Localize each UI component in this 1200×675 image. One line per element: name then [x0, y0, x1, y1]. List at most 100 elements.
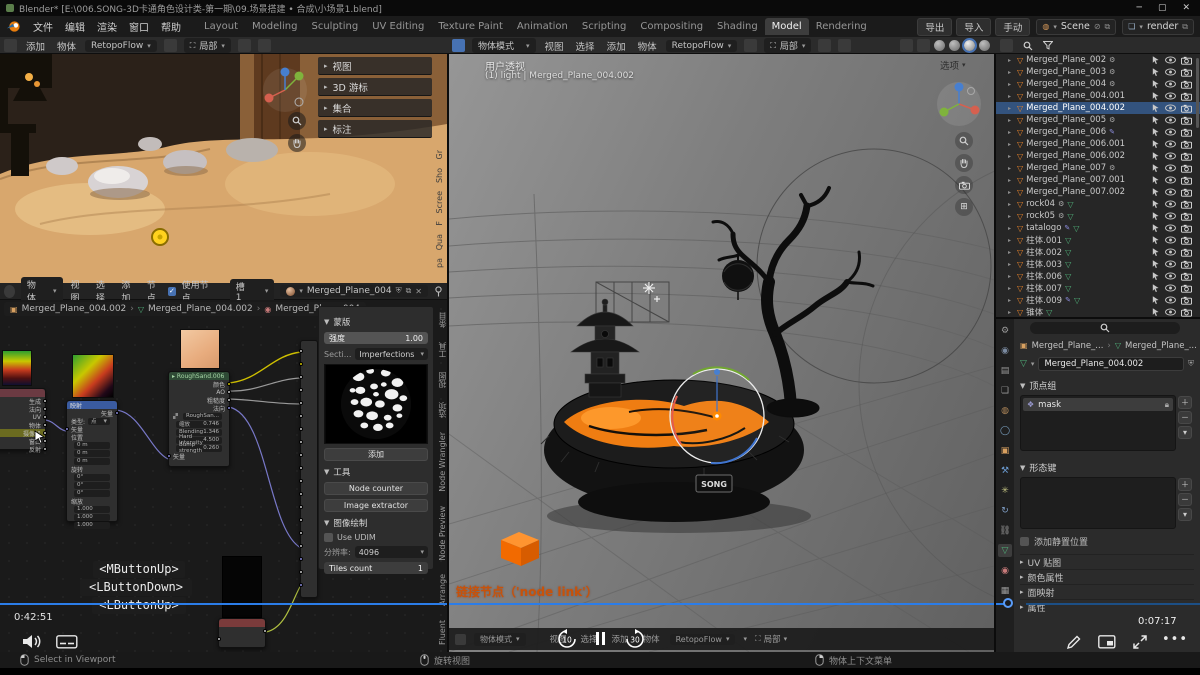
properties-tab-texture[interactable]: ▦	[998, 584, 1012, 597]
outliner-item-Merged_Plane_006.001[interactable]: ▸▽Merged_Plane_006.001	[996, 138, 1200, 150]
hide-viewport-icon[interactable]	[1165, 56, 1176, 64]
overlays-icon[interactable]	[900, 39, 913, 52]
outliner-item-Merged_Plane_005[interactable]: ▸▽Merged_Plane_005⚙	[996, 114, 1200, 126]
properties-tab-physics[interactable]: ↻	[998, 504, 1012, 517]
principled-bsdf-node-edge[interactable]	[300, 340, 318, 598]
render-side-tab-3[interactable]: F	[435, 221, 444, 226]
shading-material-icon[interactable]	[964, 40, 975, 51]
outliner-item-锥体[interactable]: ▸▽锥体▽	[996, 306, 1200, 317]
add-vertex-group-button[interactable]: ＋	[1178, 396, 1192, 409]
shader-editor-icon[interactable]	[4, 285, 15, 298]
editor-divider[interactable]	[447, 54, 449, 652]
mode-icon[interactable]	[455, 634, 466, 645]
disable-render-icon[interactable]	[1181, 152, 1192, 161]
rest-position-checkbox[interactable]	[1020, 537, 1029, 546]
panel-header[interactable]: 蒙版	[333, 316, 350, 328]
unlink-icon[interactable]: ⊘	[1094, 22, 1101, 31]
snap-icon[interactable]	[818, 39, 831, 52]
menu-1[interactable]: 编辑	[59, 21, 91, 36]
viewport-menu-0[interactable]: 视图	[543, 39, 566, 53]
mode-dropdown[interactable]: 物体模式▾	[472, 38, 536, 53]
hide-viewport-icon[interactable]	[1165, 200, 1176, 208]
render-side-tab-1[interactable]: Sho	[435, 168, 444, 183]
shading-wireframe-icon[interactable]	[934, 40, 945, 51]
strength-slider[interactable]: 强度1.00	[324, 332, 428, 344]
add-button[interactable]: 添加	[324, 448, 428, 461]
copy-material-icon[interactable]: ⧉	[406, 286, 412, 296]
restrict-select-icon[interactable]	[1151, 211, 1160, 221]
mapping-value-2-1[interactable]: 1.000	[67, 513, 117, 521]
header-action-2[interactable]: 手动	[995, 18, 1030, 36]
render-side-tab-2[interactable]: Scree	[435, 191, 444, 213]
section-2[interactable]: ▸面映射	[1020, 584, 1194, 599]
more-options-icon[interactable]: •••	[1162, 632, 1188, 647]
shading-solid-icon[interactable]	[949, 40, 960, 51]
snap-magnet-icon[interactable]	[238, 39, 251, 52]
image-extractor-button[interactable]: Image extractor	[324, 499, 428, 512]
header-action-1[interactable]: 导入	[956, 18, 991, 36]
viewport-3d[interactable]: SONG	[449, 54, 994, 652]
restrict-select-icon[interactable]	[1151, 259, 1160, 269]
outliner-item-Merged_Plane_006[interactable]: ▸▽Merged_Plane_006✎	[996, 126, 1200, 138]
retopoflow-menu[interactable]: RetopoFlow▾	[666, 40, 738, 52]
restrict-select-icon[interactable]	[1151, 295, 1160, 305]
retopoflow-menu[interactable]: RetopoFlow▾	[670, 634, 736, 645]
properties-tab-particles[interactable]: ✳	[998, 484, 1012, 497]
filter-icon[interactable]	[1043, 41, 1053, 50]
hide-viewport-icon[interactable]	[1165, 68, 1176, 76]
scene-selector[interactable]: ◍▾ Scene ⊘ ⧉	[1036, 19, 1116, 35]
outliner-item-Merged_Plane_007.002[interactable]: ▸▽Merged_Plane_007.002	[996, 186, 1200, 198]
outliner-item-Merged_Plane_007.001[interactable]: ▸▽Merged_Plane_007.001	[996, 174, 1200, 186]
pan-hand-icon[interactable]	[955, 154, 973, 172]
render-side-tab-0[interactable]: Gr	[435, 150, 444, 160]
disable-render-icon[interactable]	[1181, 200, 1192, 209]
blender-logo-icon[interactable]	[6, 19, 21, 34]
minimize-button[interactable]: ─	[1137, 3, 1142, 13]
vertex-groups-list[interactable]: ❖ mask 🔒︎ ＋ － ▾	[1020, 395, 1176, 451]
editor-divider[interactable]	[994, 54, 996, 652]
roughsand-field-0[interactable]: 缩放0.746	[169, 420, 229, 428]
proportional-icon[interactable]	[838, 39, 851, 52]
camera-view-icon[interactable]	[955, 176, 973, 194]
forward-30-button[interactable]: 30	[624, 629, 646, 649]
workspace-tab-compositing[interactable]: Compositing	[633, 18, 710, 35]
properties-tab-object[interactable]: ▣	[998, 444, 1012, 457]
restrict-select-icon[interactable]	[1151, 151, 1160, 161]
properties-tab-object-data[interactable]: ▽	[998, 544, 1012, 557]
npanel-section-0[interactable]: ▸视图	[318, 57, 432, 75]
node-counter-button[interactable]: Node counter	[324, 482, 428, 495]
editor-divider[interactable]	[996, 317, 1200, 319]
viewlayer-selector[interactable]: ❏▾ render ⧉	[1122, 19, 1194, 35]
shape-key-specials-button[interactable]: ▾	[1178, 508, 1192, 521]
restrict-select-icon[interactable]	[1151, 199, 1160, 209]
options-dropdown[interactable]: 选项▾	[940, 58, 966, 72]
hide-viewport-icon[interactable]	[1165, 116, 1176, 124]
disable-render-icon[interactable]	[1181, 56, 1192, 65]
outliner-item-柱体.001[interactable]: ▸▽柱体.001▽	[996, 234, 1200, 246]
disable-render-icon[interactable]	[1181, 104, 1192, 113]
restrict-select-icon[interactable]	[1151, 235, 1160, 245]
pivot-point-icon[interactable]	[744, 39, 757, 52]
left-menu-0[interactable]: 添加	[24, 39, 47, 53]
hide-viewport-icon[interactable]	[1165, 212, 1176, 220]
search-icon[interactable]	[1023, 41, 1033, 51]
close-button[interactable]: ✕	[1182, 3, 1190, 13]
outliner-item-Merged_Plane_007[interactable]: ▸▽Merged_Plane_007⚙	[996, 162, 1200, 174]
outliner-item-柱体.007[interactable]: ▸▽柱体.007▽	[996, 282, 1200, 294]
workspace-tab-texture-paint[interactable]: Texture Paint	[431, 18, 510, 35]
outliner-item-Merged_Plane_002[interactable]: ▸▽Merged_Plane_002⚙	[996, 54, 1200, 66]
mapping-value-0-0[interactable]: 0 m	[67, 441, 117, 449]
pan-hand-icon[interactable]	[288, 134, 306, 152]
hide-viewport-icon[interactable]	[1165, 92, 1176, 100]
pin-icon[interactable]	[434, 286, 443, 297]
header-action-0[interactable]: 导出	[917, 18, 952, 36]
maximize-button[interactable]: ▢	[1158, 3, 1167, 13]
hide-viewport-icon[interactable]	[1165, 236, 1176, 244]
disable-render-icon[interactable]	[1181, 308, 1192, 317]
disable-render-icon[interactable]	[1181, 296, 1192, 305]
resolution-dropdown[interactable]: 4096▾	[355, 546, 428, 558]
hide-viewport-icon[interactable]	[1165, 176, 1176, 184]
rewind-10-button[interactable]: 10	[556, 629, 578, 649]
material-selector[interactable]: ▾Merged_Plane_004 ⛨ ⧉ ✕	[280, 285, 428, 297]
shape-keys-header[interactable]: 形态键	[1029, 461, 1056, 474]
